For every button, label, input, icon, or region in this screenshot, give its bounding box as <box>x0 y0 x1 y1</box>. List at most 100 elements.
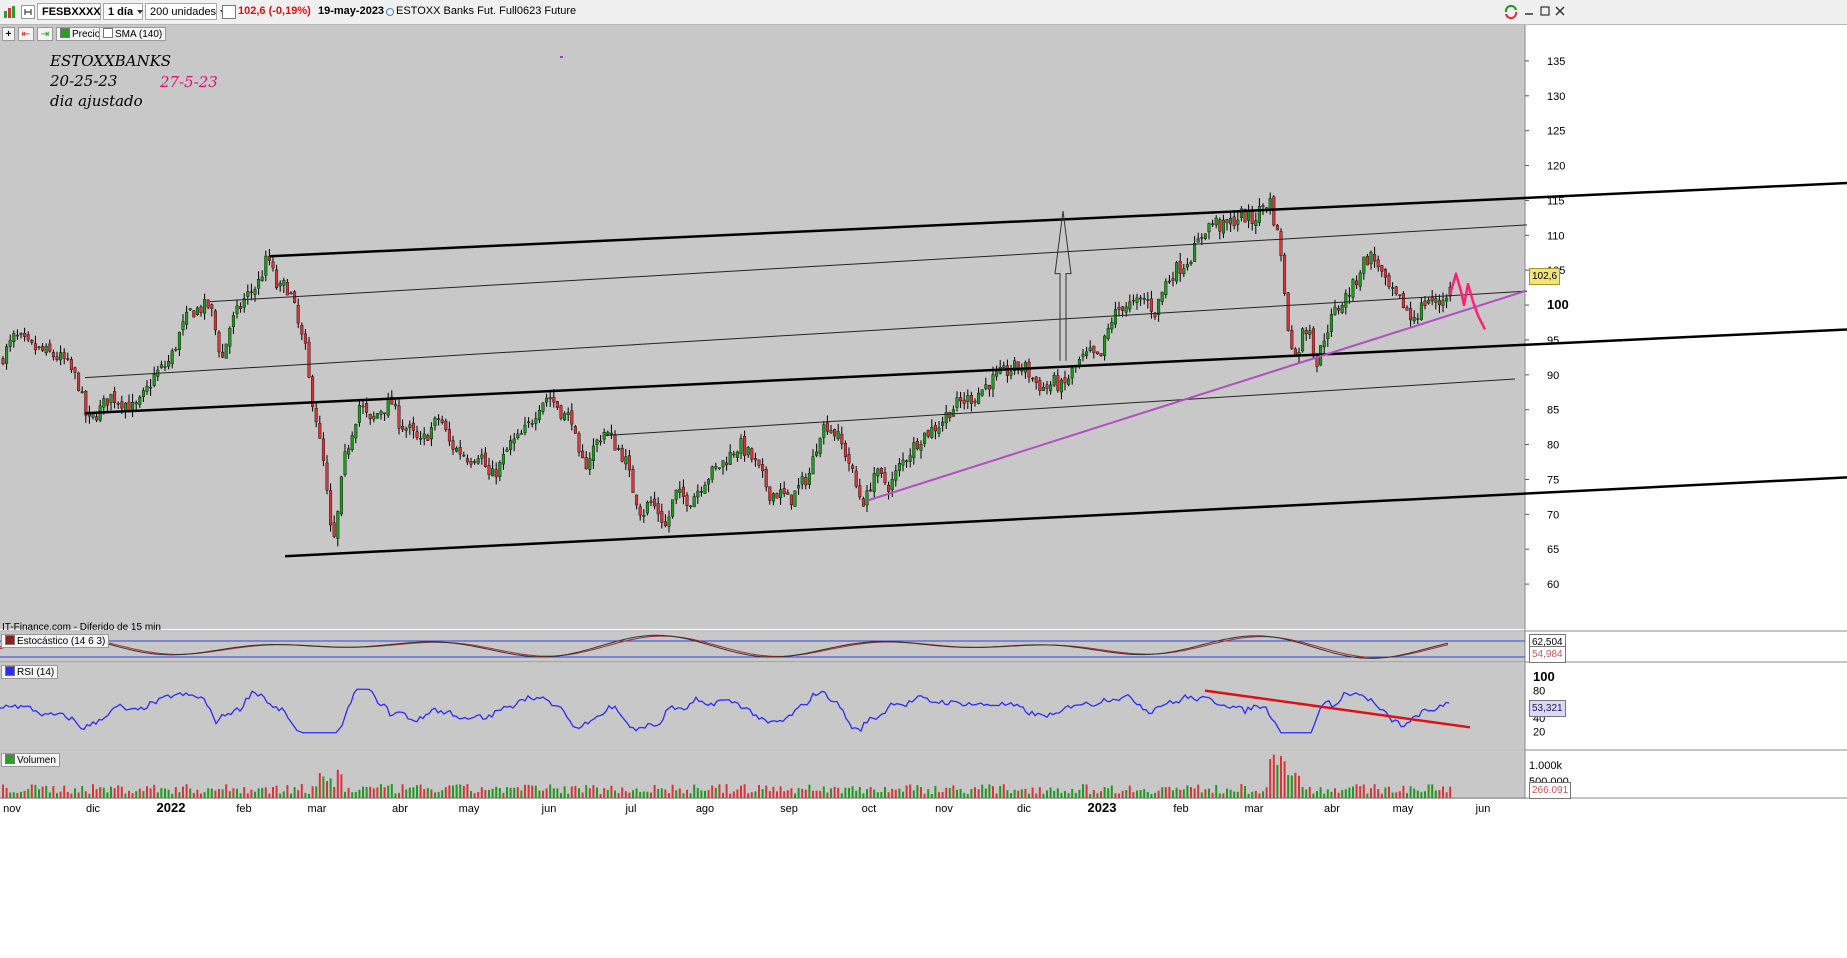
volume-bar <box>117 785 120 798</box>
units-selector[interactable]: 200 unidades <box>145 3 227 20</box>
candle-body <box>894 470 898 481</box>
candle-body <box>689 505 693 508</box>
link-icon[interactable] <box>21 5 35 19</box>
volume-bar <box>1179 789 1182 798</box>
volume-bar <box>916 785 919 798</box>
volume-bar <box>783 791 786 798</box>
candle-body <box>131 401 135 410</box>
price-legend-item[interactable]: Precio <box>56 27 105 41</box>
volume-bar <box>1157 790 1160 798</box>
volume-bar <box>473 793 476 798</box>
volume-bar <box>689 793 692 798</box>
candle-body <box>1232 216 1236 227</box>
volume-bar <box>66 791 69 798</box>
candle-body <box>703 484 707 494</box>
candle-body <box>1081 353 1085 357</box>
candle-body <box>1113 309 1117 325</box>
volume-bar <box>1438 790 1441 798</box>
stochastic-legend[interactable]: Estocástico (14 6 3) <box>1 634 110 648</box>
volume-bar <box>520 790 523 798</box>
price-tick-label: 60 <box>1547 579 1559 591</box>
candle-body <box>415 431 419 438</box>
x-tick-label: dic <box>1017 803 1032 815</box>
candle-body <box>469 461 473 465</box>
candle-body <box>671 499 675 517</box>
candle-body <box>1405 307 1409 311</box>
candle-body <box>5 346 9 364</box>
volume-bar <box>448 785 451 798</box>
candle-body <box>595 439 599 445</box>
x-tick-label: nov <box>3 803 21 815</box>
volume-bar <box>30 784 33 798</box>
candle-body <box>962 399 966 404</box>
candle-body <box>401 426 405 430</box>
volume-bar <box>1125 790 1128 798</box>
sma-legend-item[interactable]: SMA (140) <box>99 27 167 41</box>
chart-type-icon[interactable] <box>3 5 17 19</box>
volume-bar <box>938 792 940 798</box>
below-chart-bg <box>0 799 1847 958</box>
settings-icon[interactable]: ⇥ <box>37 27 53 41</box>
volume-bar <box>542 790 544 798</box>
volume-legend[interactable]: Volumen <box>1 753 60 767</box>
volume-bar <box>1064 791 1066 798</box>
maximize-icon[interactable] <box>1538 4 1552 18</box>
volume-bar <box>455 784 458 798</box>
volume-bar <box>945 787 948 798</box>
volume-bar <box>1017 790 1020 798</box>
price-tick-label: 75 <box>1547 474 1559 486</box>
volume-bar <box>1092 790 1095 798</box>
candle-body <box>815 451 819 456</box>
candle-body <box>779 489 783 499</box>
volume-bar <box>1154 792 1156 798</box>
candle-body <box>95 416 99 421</box>
candle-body <box>429 427 433 440</box>
info-icon[interactable] <box>222 5 236 19</box>
volume-bar <box>1049 787 1052 798</box>
candle-body <box>991 374 995 390</box>
volume-bar <box>286 785 289 798</box>
candle-body <box>512 438 516 444</box>
minimize-icon[interactable] <box>1522 4 1536 18</box>
x-tick-label: feb <box>1173 803 1188 815</box>
volume-bar <box>826 792 829 798</box>
close-icon[interactable] <box>1553 4 1567 18</box>
candle-body <box>1369 252 1373 265</box>
candle-body <box>411 422 415 431</box>
volume-bar <box>27 788 30 798</box>
add-indicator-button[interactable]: + <box>2 27 15 41</box>
candle-body <box>91 413 95 418</box>
volume-bar <box>1413 788 1416 798</box>
candle-body <box>577 433 581 453</box>
volume-bar <box>527 784 530 798</box>
volume-bar <box>812 790 814 798</box>
volume-bar <box>84 791 87 798</box>
volume-bar <box>1082 784 1084 798</box>
candle-body <box>1002 365 1006 368</box>
candle-body <box>739 438 743 455</box>
price-tick-label: 130 <box>1547 91 1565 103</box>
remove-indicator-icon[interactable]: ⇤ <box>18 27 34 41</box>
price-tick-label: 80 <box>1547 440 1559 452</box>
candle-body <box>743 435 747 456</box>
candle-body <box>1304 330 1308 335</box>
candle-body <box>487 465 491 475</box>
volume-bar <box>192 792 195 798</box>
refresh-icon[interactable] <box>1503 4 1519 20</box>
candle-body <box>710 466 714 480</box>
volume-bar <box>1416 790 1419 798</box>
rsi-legend[interactable]: RSI (14) <box>1 665 59 679</box>
symbol-selector[interactable]: FESBXXXX <box>37 3 111 20</box>
candle-body <box>73 367 77 373</box>
candle-body <box>617 448 621 450</box>
volume-bar <box>264 787 267 798</box>
volume-bar <box>1236 791 1239 798</box>
period-selector[interactable]: 1 día <box>103 3 144 20</box>
volume-bar <box>254 791 256 798</box>
volume-bar <box>1190 787 1192 798</box>
volume-bar <box>1197 784 1200 798</box>
volume-bar <box>282 791 285 798</box>
candle-body <box>836 431 840 439</box>
volume-bar <box>570 786 573 798</box>
price-tick-label: 110 <box>1547 230 1565 242</box>
